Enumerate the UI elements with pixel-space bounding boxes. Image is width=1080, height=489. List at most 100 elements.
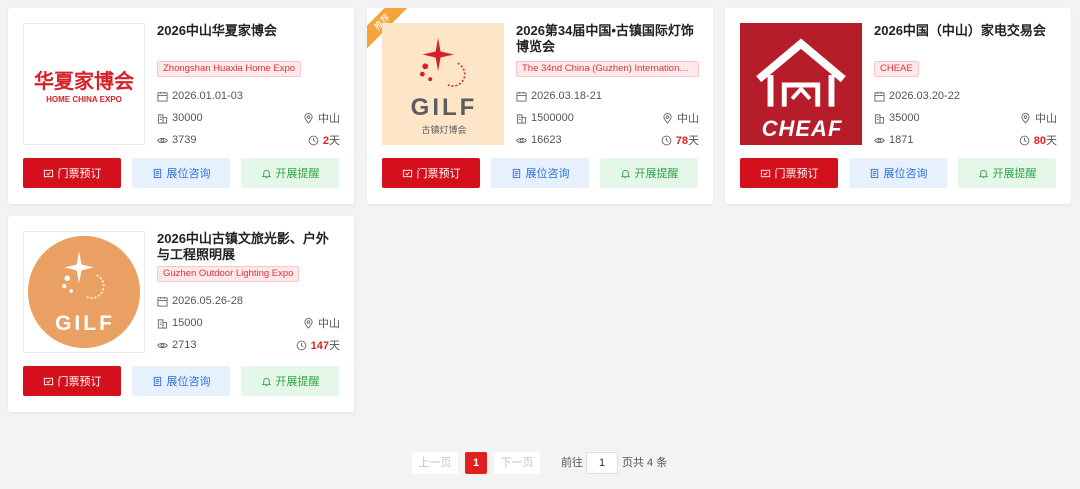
expo-title[interactable]: 2026中山华夏家博会	[157, 23, 340, 55]
calendar-icon	[516, 91, 527, 102]
expo-tag: The 34nd China (Guzhen) International Li…	[516, 61, 699, 77]
logo-text-cn: 华夏家博会	[34, 70, 134, 93]
location-icon	[304, 112, 313, 124]
expo-tag: CHEAE	[874, 61, 919, 77]
eye-icon	[157, 342, 168, 348]
prev-page-button[interactable]: 上一页	[412, 452, 458, 474]
goto-page-input[interactable]	[586, 452, 618, 474]
expo-card[interactable]: 推荐 GILF 古镇灯博会 2026第34届中国•古镇国际灯饰博览会 The 3…	[367, 8, 713, 204]
logo-text-cn: 古镇灯博会	[421, 125, 467, 135]
clock-icon	[1019, 135, 1030, 145]
opening-reminder-button[interactable]: 开展提醒	[600, 158, 698, 188]
ticket-booking-button[interactable]: 门票预订	[23, 158, 121, 188]
expo-title[interactable]: 2026中山古镇文旅光影、户外与工程照明展	[157, 231, 340, 263]
bell-icon	[978, 169, 988, 178]
days-unit: 天	[688, 135, 699, 147]
logo-text-en: GILF	[410, 94, 478, 121]
expo-area: 30000	[172, 112, 203, 124]
expo-tag: Guzhen Outdoor Lighting Expo	[157, 266, 300, 282]
expo-card[interactable]: CHEAF 2026中国（中山）家电交易会 CHEAE 2026.03.20-2…	[725, 8, 1071, 204]
pagination: 上一页 1 下一页 前往 页共 4 条	[0, 452, 1080, 474]
booth-inquiry-label: 展位咨询	[166, 168, 211, 180]
expo-date: 2026.03.18-21	[531, 90, 602, 102]
page-total-label: 页共 4 条	[622, 457, 668, 469]
building-icon	[516, 113, 527, 124]
booth-inquiry-label: 展位咨询	[166, 376, 211, 388]
expo-city: 中山	[677, 113, 699, 125]
eye-icon	[157, 137, 168, 143]
logo-text-en: GILF	[55, 312, 115, 335]
expo-tag: Zhongshan Huaxia Home Expo	[157, 61, 302, 77]
opening-reminder-button[interactable]: 开展提醒	[958, 158, 1056, 188]
document-icon	[870, 168, 878, 178]
calendar-icon	[874, 91, 885, 102]
bell-icon	[261, 169, 271, 178]
expo-views: 2713	[172, 339, 197, 351]
bell-icon	[261, 377, 271, 386]
ticket-booking-label: 门票预订	[57, 376, 102, 388]
expo-logo[interactable]: CHEAF	[740, 23, 862, 145]
document-icon	[153, 376, 161, 386]
building-icon	[157, 318, 168, 329]
expo-date: 2026.01.01-03	[172, 90, 243, 102]
expo-logo[interactable]: GILF	[23, 231, 145, 353]
page-number-current[interactable]: 1	[465, 452, 487, 474]
ticket-booking-label: 门票预订	[416, 168, 461, 180]
booth-inquiry-button[interactable]: 展位咨询	[132, 366, 230, 396]
expo-date: 2026.05.26-28	[172, 295, 243, 307]
clock-icon	[296, 340, 306, 350]
ticket-booking-label: 门票预订	[57, 168, 102, 180]
expo-area: 15000	[172, 317, 203, 329]
expo-title[interactable]: 2026中国（中山）家电交易会	[874, 23, 1057, 55]
ticket-booking-label: 门票预订	[774, 168, 819, 180]
document-icon	[153, 168, 161, 178]
booth-inquiry-button[interactable]: 展位咨询	[491, 158, 589, 188]
expo-city: 中山	[1035, 113, 1057, 125]
ticket-booking-button[interactable]: 门票预订	[740, 158, 838, 188]
opening-reminder-label: 开展提醒	[634, 168, 679, 180]
building-icon	[157, 113, 168, 124]
days-remaining: 80	[1033, 135, 1046, 147]
booth-inquiry-button[interactable]: 展位咨询	[132, 158, 230, 188]
eye-icon	[516, 137, 527, 143]
ticket-icon	[402, 169, 412, 177]
days-unit: 天	[329, 340, 340, 352]
logo-text-en: CHEAF	[761, 116, 843, 141]
ticket-icon	[760, 169, 770, 177]
expo-logo[interactable]: 华夏家博会 HOME CHINA EXPO	[23, 23, 145, 145]
expo-date: 2026.03.20-22	[889, 90, 960, 102]
days-remaining: 78	[675, 135, 688, 147]
expo-city: 中山	[318, 113, 340, 125]
booth-inquiry-label: 展位咨询	[525, 168, 570, 180]
booth-inquiry-label: 展位咨询	[883, 168, 928, 180]
location-icon	[304, 317, 313, 329]
expo-area: 35000	[889, 112, 920, 124]
expo-card[interactable]: GILF 2026中山古镇文旅光影、户外与工程照明展 Guzhen Outdoo…	[8, 216, 354, 412]
ticket-booking-button[interactable]: 门票预订	[23, 366, 121, 396]
opening-reminder-label: 开展提醒	[992, 168, 1037, 180]
clock-icon	[308, 135, 319, 145]
expo-card[interactable]: 华夏家博会 HOME CHINA EXPO 2026中山华夏家博会 Zhongs…	[8, 8, 354, 204]
goto-label: 前往	[561, 457, 583, 469]
calendar-icon	[157, 91, 168, 102]
ticket-booking-button[interactable]: 门票预订	[382, 158, 480, 188]
expo-area: 1500000	[531, 112, 574, 124]
location-icon	[1021, 112, 1030, 124]
building-icon	[874, 113, 885, 124]
days-remaining: 147	[310, 340, 329, 352]
booth-inquiry-button[interactable]: 展位咨询	[849, 158, 947, 188]
bell-icon	[620, 169, 630, 178]
expo-city: 中山	[318, 318, 340, 330]
opening-reminder-label: 开展提醒	[275, 376, 320, 388]
expo-title[interactable]: 2026第34届中国•古镇国际灯饰博览会	[516, 23, 699, 55]
opening-reminder-button[interactable]: 开展提醒	[241, 366, 339, 396]
clock-icon	[661, 135, 672, 145]
logo-text-en: HOME CHINA EXPO	[46, 94, 122, 104]
opening-reminder-button[interactable]: 开展提醒	[241, 158, 339, 188]
expo-views: 16623	[531, 134, 562, 146]
expo-logo[interactable]: GILF 古镇灯博会	[382, 23, 504, 145]
eye-icon	[874, 137, 885, 143]
next-page-button[interactable]: 下一页	[494, 452, 540, 474]
location-icon	[663, 112, 672, 124]
days-unit: 天	[1046, 135, 1057, 147]
